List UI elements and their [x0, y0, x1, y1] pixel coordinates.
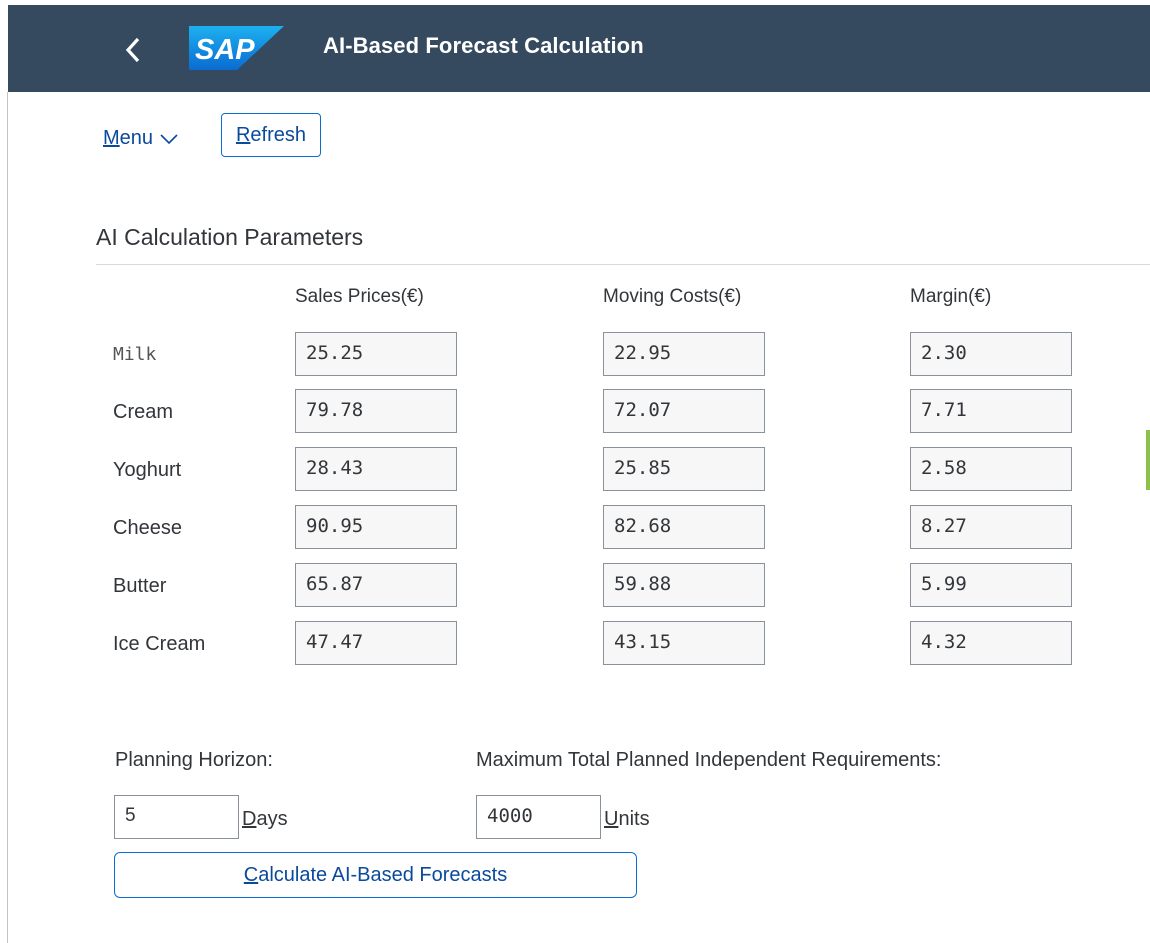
column-header-moving-costs: Moving Costs(€): [603, 286, 742, 307]
toolbar: Menu Refresh: [0, 113, 1150, 159]
planning-horizon-input[interactable]: 5: [114, 795, 239, 839]
row-label-butter: Butter: [113, 575, 167, 597]
sales-price-field[interactable]: 65.87: [295, 563, 457, 607]
moving-cost-field[interactable]: 25.85: [603, 447, 765, 491]
calculate-forecasts-button[interactable]: Calculate AI-Based Forecasts: [114, 852, 637, 898]
refresh-label: Refresh: [235, 123, 307, 146]
column-header-margin: Margin(€): [910, 286, 992, 307]
section-divider: [96, 264, 1150, 265]
planning-horizon-label: Planning Horizon:: [115, 749, 273, 771]
chevron-down-icon: [160, 133, 178, 144]
sales-price-field[interactable]: 47.47: [295, 621, 457, 665]
max-requirements-unit: Units: [604, 808, 650, 830]
sales-price-field[interactable]: 28.43: [295, 447, 457, 491]
margin-field[interactable]: 4.32: [910, 621, 1072, 665]
margin-field[interactable]: 5.99: [910, 563, 1072, 607]
menu-label: Menu: [103, 127, 154, 149]
sap-logo: SAP: [189, 26, 284, 70]
shell-bar: SAP AI-Based Forecast Calculation: [8, 5, 1150, 92]
back-button[interactable]: [118, 30, 148, 70]
sales-price-field[interactable]: 25.25: [295, 332, 457, 376]
section-title: AI Calculation Parameters: [96, 224, 364, 250]
max-requirements-label: Maximum Total Planned Independent Requir…: [476, 749, 942, 771]
margin-field[interactable]: 2.30: [910, 332, 1072, 376]
page-title: AI-Based Forecast Calculation: [323, 33, 644, 58]
column-header-sales-prices: Sales Prices(€): [295, 286, 424, 307]
moving-cost-field[interactable]: 43.15: [603, 621, 765, 665]
moving-cost-field[interactable]: 72.07: [603, 389, 765, 433]
row-label-cheese: Cheese: [113, 517, 182, 539]
menu-button[interactable]: Menu: [103, 127, 179, 150]
margin-field[interactable]: 8.27: [910, 505, 1072, 549]
row-label-cream: Cream: [113, 401, 174, 423]
sales-price-field[interactable]: 90.95: [295, 505, 457, 549]
row-label-ice-cream: Ice Cream: [113, 633, 206, 655]
chevron-left-icon: [125, 37, 140, 63]
margin-field[interactable]: 2.58: [910, 447, 1072, 491]
status-indicator: [1146, 430, 1150, 490]
margin-field[interactable]: 7.71: [910, 389, 1072, 433]
moving-cost-field[interactable]: 22.95: [603, 332, 765, 376]
row-label-milk: Milk: [113, 344, 157, 365]
row-label-yoghurt: Yoghurt: [113, 459, 182, 481]
calculate-forecasts-label: Calculate AI-Based Forecasts: [243, 863, 508, 886]
logo-text: SAP: [195, 34, 255, 66]
refresh-button[interactable]: Refresh: [221, 113, 321, 157]
sales-price-field[interactable]: 79.78: [295, 389, 457, 433]
max-requirements-input[interactable]: 4000: [476, 795, 601, 839]
planning-horizon-unit: Days: [242, 808, 288, 830]
moving-cost-field[interactable]: 59.88: [603, 563, 765, 607]
moving-cost-field[interactable]: 82.68: [603, 505, 765, 549]
